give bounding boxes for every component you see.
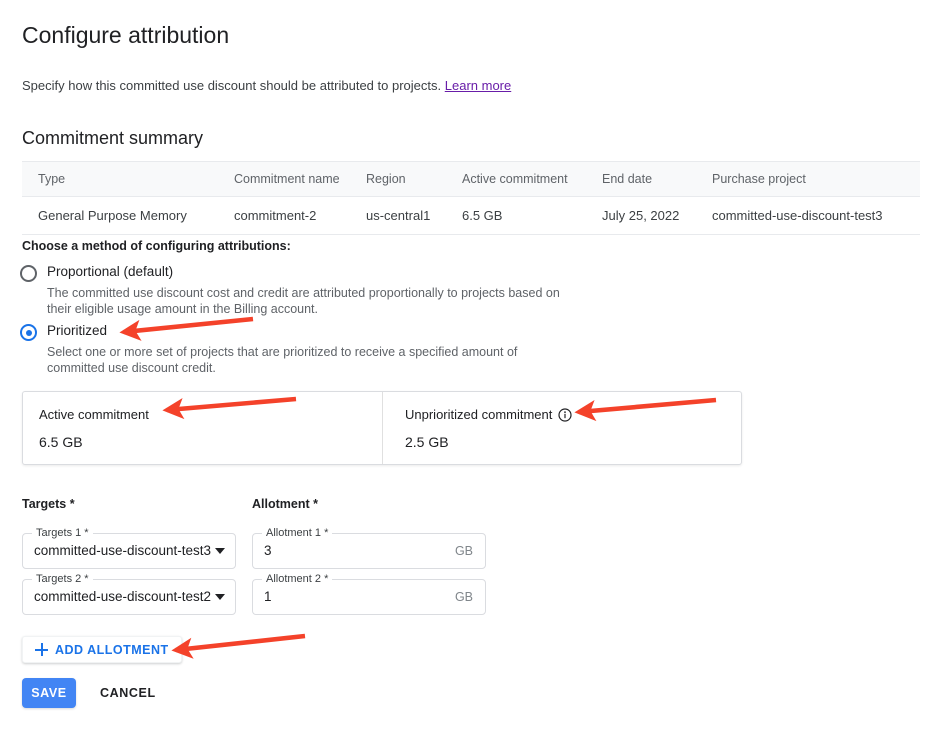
save-button[interactable]: SAVE xyxy=(22,678,76,708)
allotment-2-label: Allotment 2 * xyxy=(262,572,332,586)
targets-2-select[interactable]: Targets 2 * committed-use-discount-test2 xyxy=(22,579,236,615)
allotment-1-label: Allotment 1 * xyxy=(262,526,332,540)
targets-2-value: committed-use-discount-test2 xyxy=(34,589,211,604)
cell-purchase-project: committed-use-discount-test3 xyxy=(712,197,920,235)
radio-label-prioritized: Prioritized xyxy=(47,323,107,338)
radio-description-proportional: The committed use discount cost and cred… xyxy=(47,285,567,317)
info-icon[interactable] xyxy=(558,408,572,422)
table-header: Type Commitment name Region Active commi… xyxy=(22,162,920,197)
page-subtitle: Specify how this committed use discount … xyxy=(22,77,511,95)
cell-region: us-central1 xyxy=(366,197,462,235)
column-header-type: Type xyxy=(22,162,234,197)
unprioritized-commitment-panel: Unprioritized commitment 2.5 GB xyxy=(382,392,741,464)
column-header-active-commitment: Active commitment xyxy=(462,162,602,197)
chevron-down-icon[interactable] xyxy=(215,548,225,554)
column-header-purchase-project: Purchase project xyxy=(712,162,920,197)
active-commitment-panel: Active commitment 6.5 GB xyxy=(23,392,382,464)
allotment-1-unit: GB xyxy=(455,544,473,558)
commitment-overview-card: Active commitment 6.5 GB Unprioritized c… xyxy=(22,391,742,465)
active-commitment-value: 6.5 GB xyxy=(39,434,382,450)
allotment-2-value[interactable]: 1 xyxy=(264,589,272,604)
plus-icon xyxy=(35,643,48,656)
arrow-to-add-allotment-button xyxy=(176,636,305,650)
cell-end-date: July 25, 2022 xyxy=(602,197,712,235)
radio-button-prioritized-icon[interactable] xyxy=(20,324,37,341)
commitment-summary-table: Type Commitment name Region Active commi… xyxy=(22,161,920,235)
page-subtitle-text: Specify how this committed use discount … xyxy=(22,78,441,93)
unprioritized-commitment-label-row: Unprioritized commitment xyxy=(405,407,741,422)
commitment-summary-title: Commitment summary xyxy=(22,126,203,150)
table-row: General Purpose Memory commitment-2 us-c… xyxy=(22,197,920,235)
allotment-2-unit: GB xyxy=(455,590,473,604)
radio-label-proportional: Proportional (default) xyxy=(47,264,173,279)
table-body: General Purpose Memory commitment-2 us-c… xyxy=(22,197,920,235)
unprioritized-commitment-label: Unprioritized commitment xyxy=(405,407,552,422)
cancel-button[interactable]: CANCEL xyxy=(92,678,164,708)
radio-description-prioritized: Select one or more set of projects that … xyxy=(47,344,567,376)
method-group-label: Choose a method of configuring attributi… xyxy=(22,239,291,253)
cell-active-commitment: 6.5 GB xyxy=(462,197,602,235)
allotment-2-input[interactable]: Allotment 2 * 1 GB xyxy=(252,579,486,615)
column-header-commitment-name: Commitment name xyxy=(234,162,366,197)
arrow-to-prioritized-radio xyxy=(124,319,253,332)
targets-1-select[interactable]: Targets 1 * committed-use-discount-test3 xyxy=(22,533,236,569)
cell-commitment-name: commitment-2 xyxy=(234,197,366,235)
radio-selected-dot xyxy=(26,330,32,336)
add-allotment-button[interactable]: ADD ALLOTMENT xyxy=(22,636,182,663)
targets-group-label: Targets * xyxy=(22,497,75,511)
allotment-1-value[interactable]: 3 xyxy=(264,543,272,558)
allotment-group-label: Allotment * xyxy=(252,497,318,511)
cell-type: General Purpose Memory xyxy=(22,197,234,235)
column-header-region: Region xyxy=(366,162,462,197)
chevron-down-icon[interactable] xyxy=(215,594,225,600)
add-allotment-label: ADD ALLOTMENT xyxy=(55,643,169,657)
radio-button-proportional-icon[interactable] xyxy=(20,265,37,282)
learn-more-link[interactable]: Learn more xyxy=(445,78,511,93)
column-header-end-date: End date xyxy=(602,162,712,197)
targets-1-label: Targets 1 * xyxy=(32,526,93,540)
page-title: Configure attribution xyxy=(22,20,229,50)
targets-1-value: committed-use-discount-test3 xyxy=(34,543,211,558)
unprioritized-commitment-value: 2.5 GB xyxy=(405,434,741,450)
allotment-1-input[interactable]: Allotment 1 * 3 GB xyxy=(252,533,486,569)
active-commitment-label: Active commitment xyxy=(39,407,382,422)
table-header-row: Type Commitment name Region Active commi… xyxy=(22,162,920,197)
configure-attribution-page: Configure attribution Specify how this c… xyxy=(0,0,940,736)
targets-2-label: Targets 2 * xyxy=(32,572,93,586)
